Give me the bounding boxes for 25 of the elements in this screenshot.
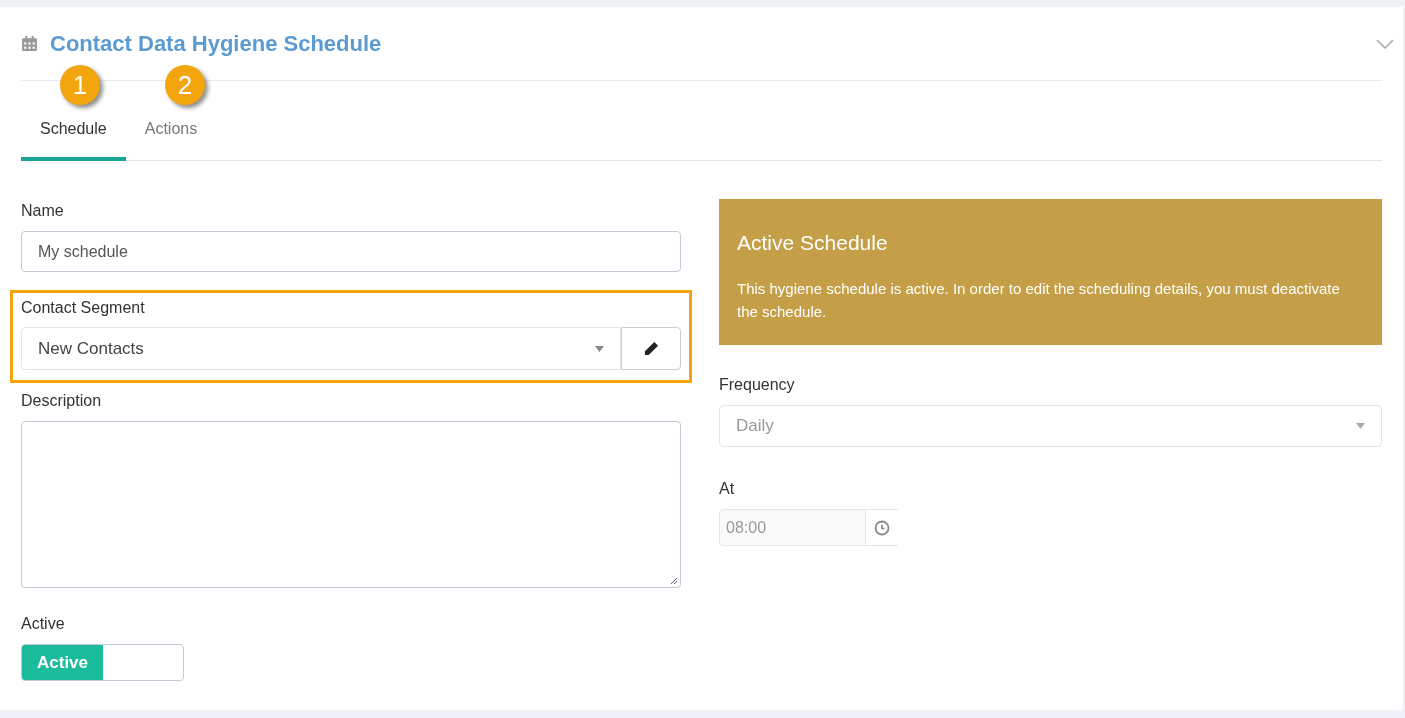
notice-title: Active Schedule xyxy=(737,230,889,256)
pencil-icon xyxy=(643,341,659,356)
edit-segment-button[interactable] xyxy=(621,327,681,370)
notice-text: This hygiene schedule is active. In order to edit the scheduling details, you must deactivate the schedule. xyxy=(737,278,1341,322)
clock-icon xyxy=(874,519,890,536)
field-label: At xyxy=(719,479,736,499)
tab[interactable]: Schedule xyxy=(21,109,126,161)
name-input-field[interactable]: My schedule xyxy=(21,231,681,272)
field-label: Contact Segment xyxy=(21,298,146,318)
callout-badge: 1 xyxy=(60,65,100,105)
calendar-icon xyxy=(21,35,38,52)
tab[interactable]: Actions xyxy=(125,109,217,161)
callout-badge: 2 xyxy=(165,65,205,105)
field-label: Description xyxy=(21,391,103,411)
segment-select[interactable]: New Contacts xyxy=(21,327,621,370)
field-label: Name xyxy=(21,201,65,221)
field-label: Active xyxy=(21,614,66,634)
dropdown-caret-icon xyxy=(595,345,604,352)
clock-addon[interactable] xyxy=(866,509,898,546)
panel-title: Contact Data Hygiene Schedule xyxy=(50,30,382,58)
resize-handle-icon[interactable] xyxy=(670,577,678,585)
dropdown-caret-icon xyxy=(1356,423,1365,429)
active-toggle[interactable]: Active xyxy=(21,644,184,681)
chevron-icon[interactable] xyxy=(1376,38,1394,49)
field-label: Frequency xyxy=(719,375,796,395)
